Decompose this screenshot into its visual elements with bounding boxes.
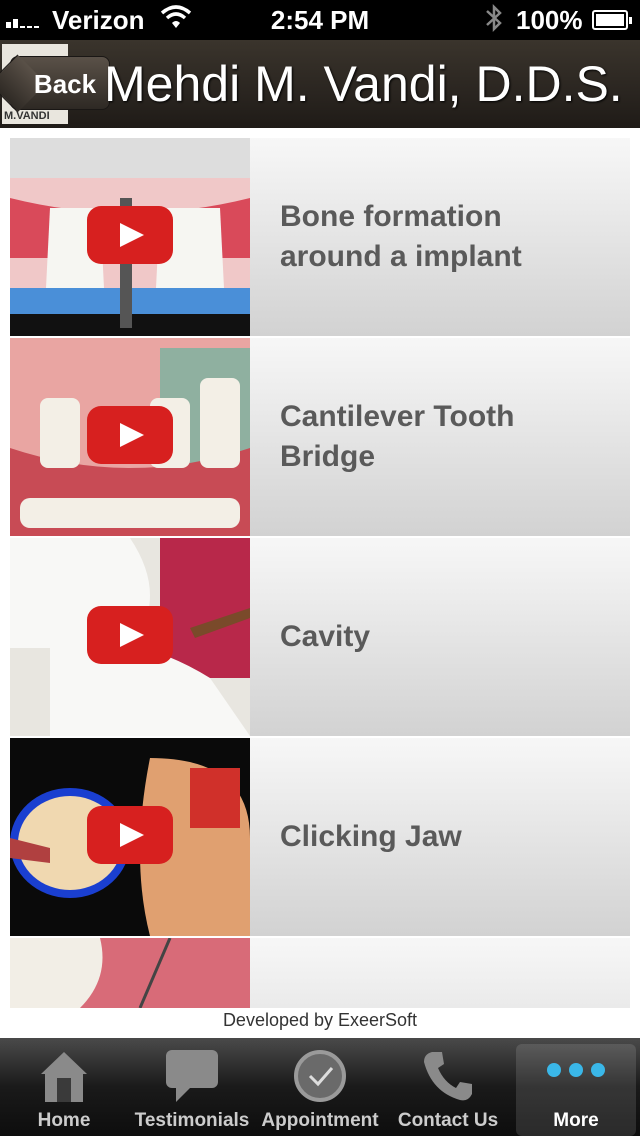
video-title-line2: Bridge [280, 440, 376, 473]
video-thumbnail[interactable] [10, 738, 250, 936]
tab-label: Appointment [261, 1110, 379, 1131]
play-icon [87, 806, 173, 864]
speech-bubble-icon [164, 1048, 220, 1110]
tab-label: Home [37, 1110, 91, 1131]
video-title: Cavity [280, 538, 618, 736]
tab-testimonials[interactable]: Testimonials [128, 1038, 256, 1136]
bluetooth-icon [484, 3, 504, 40]
video-thumbnail[interactable] [10, 538, 250, 736]
tab-more[interactable]: More [516, 1044, 636, 1136]
developer-credit: Developed by ExeerSoft [222, 1010, 418, 1030]
video-title-line1: Cavity [280, 620, 371, 653]
play-icon [87, 606, 173, 664]
phone-icon [420, 1048, 476, 1110]
video-title-line1: Cantilever Tooth [280, 400, 515, 433]
more-dots-icon [545, 1060, 607, 1086]
status-bar: Verizon 2:54 PM 100% [0, 0, 640, 40]
video-title-line2: around a implant [280, 240, 522, 273]
video-title: Clicking Jaw [280, 738, 618, 936]
video-title: Bone formation around a implant [280, 138, 618, 336]
back-button-label: Back [33, 69, 97, 99]
nav-header: M.VANDI Back Mehdi M. Vandi, D.D.S. [0, 40, 640, 128]
battery-percent: 100% [516, 5, 583, 35]
battery-icon [592, 10, 632, 30]
video-row[interactable]: Bone formation around a implant [10, 138, 630, 338]
video-thumbnail[interactable] [10, 138, 250, 336]
tab-contact-us[interactable]: Contact Us [384, 1038, 512, 1136]
play-icon [87, 206, 173, 264]
video-row[interactable]: Cavity [10, 538, 630, 738]
tab-bar: Home Testimonials Appointment Contact Us [0, 1038, 640, 1136]
tab-appointment[interactable]: Appointment [256, 1038, 384, 1136]
tab-label: More [553, 1110, 599, 1131]
video-title [280, 938, 618, 1008]
video-row[interactable] [10, 938, 630, 1008]
back-button[interactable]: Back [0, 54, 110, 113]
play-icon [87, 406, 173, 464]
tab-label: Testimonials [134, 1110, 250, 1131]
home-icon [37, 1048, 91, 1110]
video-title-line1: Clicking Jaw [280, 820, 462, 853]
video-row[interactable]: Clicking Jaw [10, 738, 630, 938]
page-title: Mehdi M. Vandi, D.D.S. [104, 56, 623, 112]
video-title: Cantilever Tooth Bridge [280, 338, 618, 536]
tab-label: Contact Us [397, 1110, 499, 1131]
video-row[interactable]: Cantilever Tooth Bridge [10, 338, 630, 538]
video-thumbnail[interactable] [10, 338, 250, 536]
video-list: Bone formation around a implant Cantilev… [10, 138, 630, 1008]
video-thumbnail[interactable] [10, 938, 250, 1008]
video-title-line1: Bone formation [280, 200, 502, 233]
clock-icon [292, 1048, 348, 1110]
logo-text: M.VANDI [4, 110, 50, 122]
tab-home[interactable]: Home [0, 1038, 128, 1136]
